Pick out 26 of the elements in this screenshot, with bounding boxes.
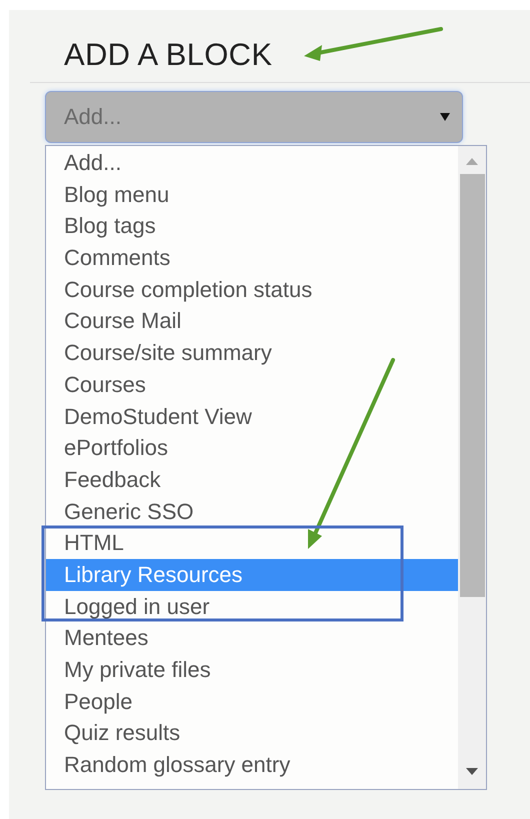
- caret-icon: [440, 112, 450, 122]
- scroll-up-icon[interactable]: [466, 158, 478, 165]
- option-item[interactable]: Mentees: [46, 622, 458, 654]
- option-item[interactable]: Courses: [46, 368, 458, 400]
- option-item[interactable]: Comments: [46, 242, 458, 274]
- options-list[interactable]: [45, 145, 487, 790]
- option-item[interactable]: My private files: [46, 654, 458, 686]
- option-item[interactable]: Blog menu: [46, 178, 458, 210]
- option-item[interactable]: Random glossary entry: [46, 749, 458, 781]
- option-item[interactable]: Generic SSO: [46, 496, 458, 528]
- option-item[interactable]: Course/site summary: [46, 337, 458, 369]
- option-item[interactable]: Add...: [46, 147, 458, 179]
- option-item[interactable]: People: [46, 686, 458, 718]
- option-item[interactable]: HTML: [46, 527, 458, 559]
- option-item[interactable]: ePortfolios: [46, 432, 458, 464]
- option-item[interactable]: DemoStudent View: [46, 400, 458, 432]
- scrollbar[interactable]: [458, 146, 486, 789]
- option-item[interactable]: Blog tags: [46, 210, 458, 242]
- option-item[interactable]: Feedback: [46, 464, 458, 496]
- scroll-thumb[interactable]: [460, 174, 484, 597]
- option-item[interactable]: Course completion status: [46, 274, 458, 306]
- option-item[interactable]: Quiz results: [46, 717, 458, 750]
- block-title: ADD A BLOCK: [64, 36, 272, 74]
- scroll-down-icon[interactable]: [466, 768, 478, 775]
- option-item[interactable]: Logged in user: [46, 590, 458, 622]
- option-item[interactable]: Course Mail: [46, 305, 458, 338]
